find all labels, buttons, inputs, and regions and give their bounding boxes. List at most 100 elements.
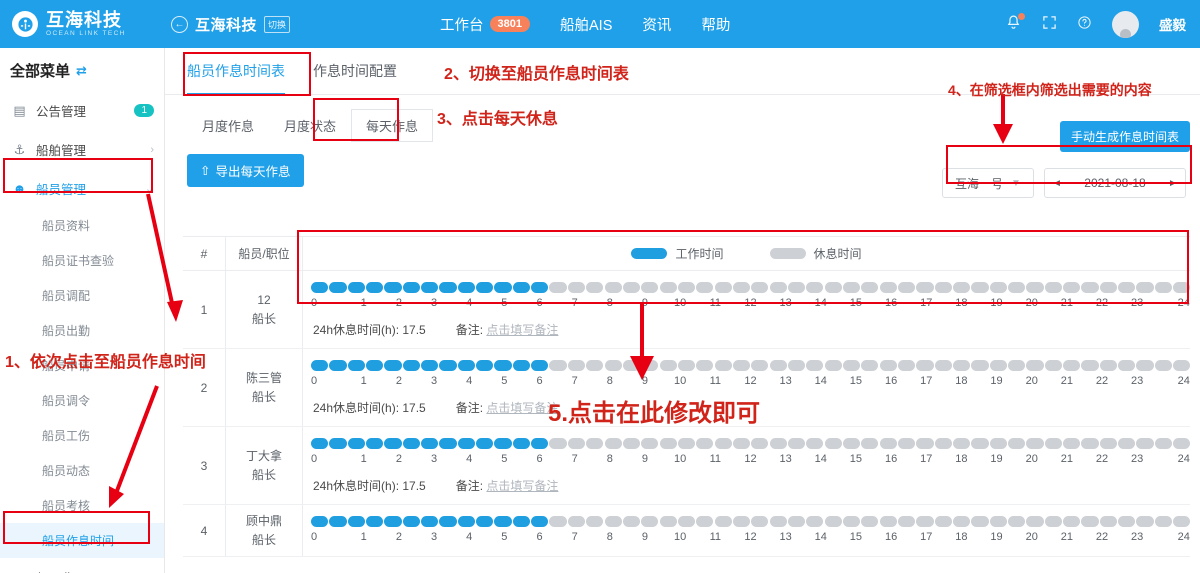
timeline-rest-segment[interactable] <box>641 282 659 293</box>
bell-icon[interactable] <box>1005 12 1025 35</box>
timeline-rest-segment[interactable] <box>879 516 897 527</box>
timeline-rest-segment[interactable] <box>659 438 677 449</box>
timeline-rest-segment[interactable] <box>1008 360 1026 371</box>
timeline-rest-segment[interactable] <box>898 360 916 371</box>
timeline-rest-segment[interactable] <box>806 516 824 527</box>
next-date-button[interactable]: ► <box>1161 178 1185 189</box>
timeline-work-segment[interactable] <box>476 282 494 293</box>
timeline-bar[interactable] <box>311 360 1191 371</box>
sidebar-item-vessel[interactable]: ⚓ 船舶管理 › <box>0 130 164 169</box>
timeline-rest-segment[interactable] <box>677 438 696 449</box>
timeline-rest-segment[interactable] <box>916 438 934 449</box>
timeline-rest-segment[interactable] <box>824 282 842 293</box>
timeline-rest-segment[interactable] <box>714 516 732 527</box>
timeline-rest-segment[interactable] <box>787 282 806 293</box>
timeline-rest-segment[interactable] <box>1008 516 1026 527</box>
timeline-rest-segment[interactable] <box>714 282 732 293</box>
timeline-rest-segment[interactable] <box>622 516 640 527</box>
tab-rest-config[interactable]: 作息时间配置 <box>313 48 397 95</box>
timeline-rest-segment[interactable] <box>879 360 897 371</box>
timeline-rest-segment[interactable] <box>769 516 787 527</box>
timeline-work-segment[interactable] <box>494 438 512 449</box>
timeline-rest-segment[interactable] <box>1026 282 1044 293</box>
timeline-rest-segment[interactable] <box>1081 438 1099 449</box>
timeline-rest-segment[interactable] <box>1063 282 1081 293</box>
timeline-rest-segment[interactable] <box>898 516 916 527</box>
timeline-rest-segment[interactable] <box>1173 438 1191 449</box>
timeline-rest-segment[interactable] <box>677 360 696 371</box>
timeline-work-segment[interactable] <box>457 360 475 371</box>
timeline-rest-segment[interactable] <box>953 516 971 527</box>
timeline-rest-segment[interactable] <box>604 360 622 371</box>
timeline-work-segment[interactable] <box>531 282 549 293</box>
timeline-rest-segment[interactable] <box>586 516 604 527</box>
timeline-rest-segment[interactable] <box>1099 360 1117 371</box>
timeline-rest-segment[interactable] <box>549 438 567 449</box>
timeline-rest-segment[interactable] <box>824 438 842 449</box>
timeline-work-segment[interactable] <box>311 516 329 527</box>
timeline-work-segment[interactable] <box>384 360 402 371</box>
timeline-work-segment[interactable] <box>347 516 365 527</box>
nav-item-help[interactable]: 帮助 <box>701 14 730 35</box>
sidebar-subitem-assessment[interactable]: 船员考核 <box>0 488 164 523</box>
avatar[interactable] <box>1112 10 1139 38</box>
sidebar-subitem-cert-check[interactable]: 船员证书查验 <box>0 243 164 278</box>
timeline-work-segment[interactable] <box>329 438 347 449</box>
timeline-rest-segment[interactable] <box>567 438 585 449</box>
timeline-rest-segment[interactable] <box>934 360 952 371</box>
timeline-work-segment[interactable] <box>329 360 347 371</box>
sidebar-subitem-injury[interactable]: 船员工伤 <box>0 418 164 453</box>
timeline-rest-segment[interactable] <box>622 360 640 371</box>
timeline-work-segment[interactable] <box>421 516 439 527</box>
timeline-rest-segment[interactable] <box>1044 360 1062 371</box>
timeline-work-segment[interactable] <box>439 438 457 449</box>
timeline-work-segment[interactable] <box>347 438 365 449</box>
timeline-work-segment[interactable] <box>512 438 530 449</box>
timeline-rest-segment[interactable] <box>1081 360 1099 371</box>
timeline-rest-segment[interactable] <box>714 438 732 449</box>
timeline-rest-segment[interactable] <box>861 438 879 449</box>
sidebar-item-crew[interactable]: ☻ 船员管理 ⌄ <box>0 169 164 208</box>
timeline-rest-segment[interactable] <box>953 438 971 449</box>
sidebar-subitem-crew-profile[interactable]: 船员资料 <box>0 208 164 243</box>
timeline-rest-segment[interactable] <box>842 282 861 293</box>
timeline-rest-segment[interactable] <box>1008 438 1026 449</box>
timeline-work-segment[interactable] <box>512 282 530 293</box>
timeline-rest-segment[interactable] <box>1099 282 1117 293</box>
date-value[interactable]: 2021-08-18 <box>1069 176 1161 190</box>
timeline-rest-segment[interactable] <box>732 516 751 527</box>
timeline-rest-segment[interactable] <box>1063 516 1081 527</box>
timeline-rest-segment[interactable] <box>1099 516 1117 527</box>
back-circle-icon[interactable]: ← <box>171 15 188 33</box>
timeline-rest-segment[interactable] <box>1026 438 1044 449</box>
timeline-rest-segment[interactable] <box>567 282 585 293</box>
timeline-rest-segment[interactable] <box>916 360 934 371</box>
timeline-work-segment[interactable] <box>476 360 494 371</box>
timeline-rest-segment[interactable] <box>1044 516 1062 527</box>
timeline-work-segment[interactable] <box>421 438 439 449</box>
timeline-work-segment[interactable] <box>531 516 549 527</box>
timeline-rest-segment[interactable] <box>916 282 934 293</box>
timeline-rest-segment[interactable] <box>549 360 567 371</box>
timeline-rest-segment[interactable] <box>604 438 622 449</box>
timeline-rest-segment[interactable] <box>677 282 696 293</box>
switch-company-badge[interactable]: 切换 <box>264 15 291 33</box>
timeline-work-segment[interactable] <box>311 438 329 449</box>
timeline-rest-segment[interactable] <box>916 516 934 527</box>
timeline-rest-segment[interactable] <box>1136 282 1154 293</box>
timeline-rest-segment[interactable] <box>824 360 842 371</box>
timeline-rest-segment[interactable] <box>971 360 989 371</box>
timeline-bar[interactable] <box>311 282 1191 293</box>
timeline-rest-segment[interactable] <box>971 438 989 449</box>
timeline-work-segment[interactable] <box>457 438 475 449</box>
timeline-work-segment[interactable] <box>384 282 402 293</box>
sidebar-subitem-rest-hours[interactable]: 船员作息时间 <box>0 523 164 558</box>
timeline-rest-segment[interactable] <box>842 360 861 371</box>
timeline-rest-segment[interactable] <box>934 282 952 293</box>
timeline-rest-segment[interactable] <box>769 438 787 449</box>
timeline-rest-segment[interactable] <box>861 282 879 293</box>
timeline-rest-segment[interactable] <box>842 438 861 449</box>
timeline-rest-segment[interactable] <box>1173 516 1191 527</box>
timeline-rest-segment[interactable] <box>586 438 604 449</box>
timeline-rest-segment[interactable] <box>622 438 640 449</box>
